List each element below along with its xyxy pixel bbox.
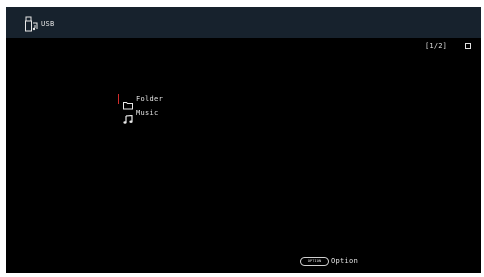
header-title: USB [41,20,55,28]
page-indicator: [1/2] [425,42,448,50]
option-button-icon: OPTION [300,257,329,266]
menu-item-label: Music [136,109,159,117]
usb-browser-screen: USB [1/2] Folder Music OPTION Option [6,7,481,273]
menu-item-label: Folder [136,95,164,103]
stop-icon [465,43,471,49]
menu-item-folder[interactable]: Folder [118,93,208,110]
folder-icon [123,95,133,110]
option-label: Option [331,257,359,265]
menu-item-music[interactable]: Music [118,107,208,124]
usb-icon [24,16,38,32]
music-note-icon [123,109,133,124]
selection-cursor [118,94,119,104]
header-bar: USB [6,7,481,38]
source-menu: Folder Music [118,93,208,124]
